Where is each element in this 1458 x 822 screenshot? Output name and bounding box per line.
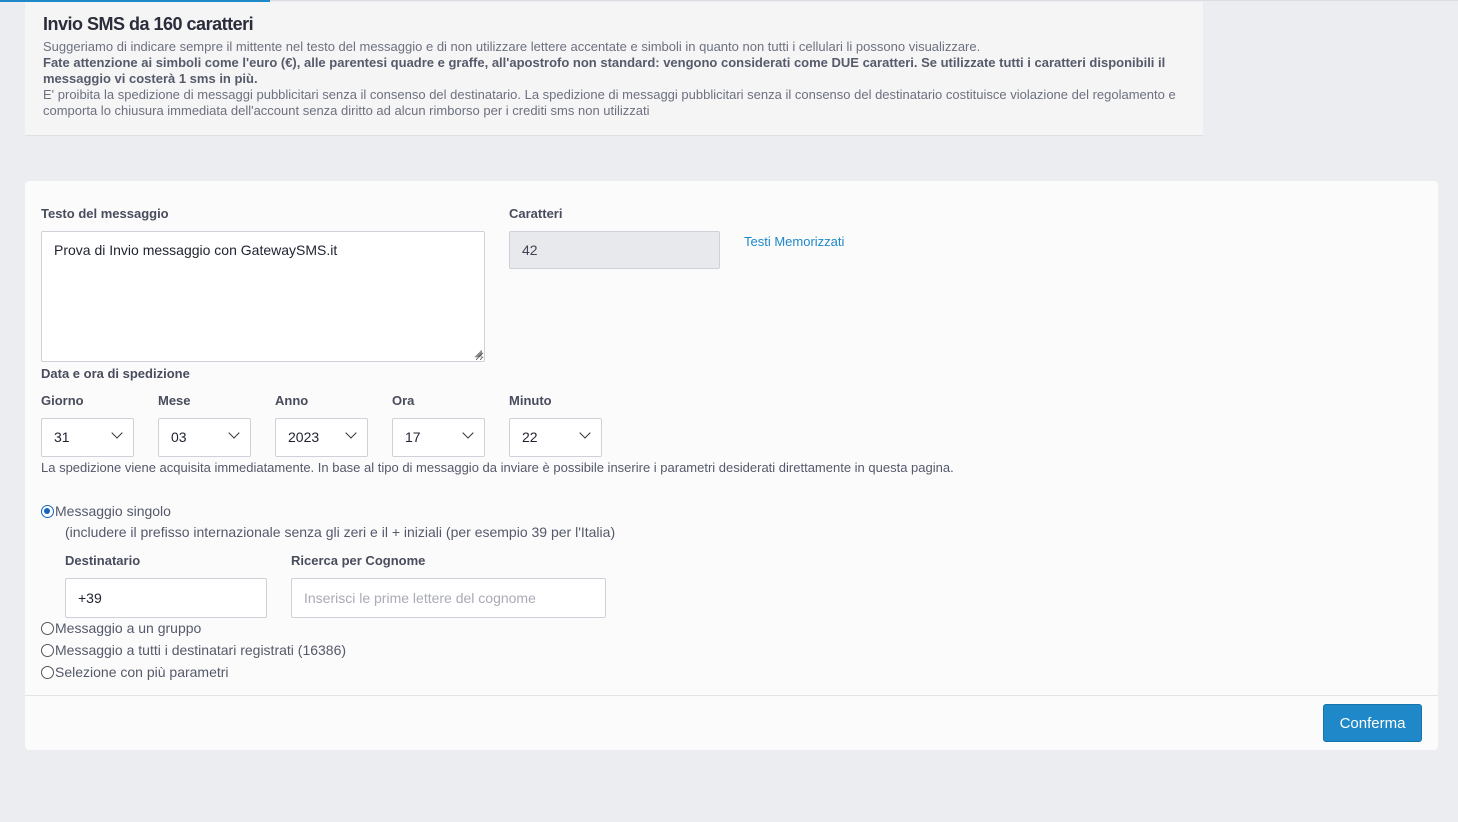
chevron-down-icon (228, 427, 240, 439)
search-label: Ricerca per Cognome (291, 553, 426, 568)
info-line-advertising: E' proibita la spedizione di messaggi pu… (43, 87, 1176, 118)
recipient-label: Destinatario (65, 553, 141, 568)
message-text: Prova di Invio messaggio con GatewaySMS.… (54, 242, 338, 258)
sms-form-card: Testo del messaggio Caratteri Prova di I… (25, 181, 1438, 750)
chevron-down-icon (345, 427, 357, 439)
chars-label: Caratteri (509, 206, 563, 221)
info-line-symbols: Fate attenzione ai simboli come l'euro (… (43, 55, 1166, 86)
day-select[interactable]: 31 (41, 418, 134, 457)
footer-divider (25, 695, 1438, 696)
chevron-down-icon (579, 427, 591, 439)
radio-group-label: Messaggio a un gruppo (55, 620, 202, 636)
day-label: Giorno (41, 393, 84, 408)
year-label: Anno (275, 393, 309, 408)
month-select[interactable]: 03 (158, 418, 251, 457)
radio-unchecked-icon[interactable] (41, 621, 54, 635)
saved-texts-link[interactable]: Testi Memorizzati (744, 234, 844, 249)
day-value: 31 (54, 429, 70, 445)
resize-handle-icon[interactable]: ◢ (474, 349, 482, 359)
info-line-sender: Suggeriamo di indicare sempre il mittent… (43, 39, 981, 54)
radio-unchecked-icon[interactable] (41, 665, 54, 679)
message-textarea[interactable]: Prova di Invio messaggio con GatewaySMS.… (41, 231, 485, 362)
radio-single-message[interactable]: Messaggio singolo (41, 503, 171, 519)
hour-select[interactable]: 17 (392, 418, 485, 457)
radio-unchecked-icon[interactable] (41, 643, 54, 657)
prefix-hint: (includere il prefisso internazionale se… (65, 524, 616, 540)
info-panel: Invio SMS da 160 caratteri Suggeriamo di… (25, 2, 1203, 136)
datetime-label: Data e ora di spedizione (41, 366, 190, 381)
radio-checked-icon[interactable] (41, 504, 54, 518)
minute-label: Minuto (509, 393, 552, 408)
radio-group-message[interactable]: Messaggio a un gruppo (41, 620, 201, 636)
chars-counter-field: 42 (509, 231, 720, 269)
month-label: Mese (158, 393, 191, 408)
year-select[interactable]: 2023 (275, 418, 368, 457)
radio-multi-params[interactable]: Selezione con più parametri (41, 664, 229, 680)
minute-select[interactable]: 22 (509, 418, 602, 457)
hour-value: 17 (405, 429, 421, 445)
radio-single-label: Messaggio singolo (55, 503, 171, 519)
recipient-input[interactable] (65, 578, 267, 618)
chevron-down-icon (462, 427, 474, 439)
radio-all-recipients[interactable]: Messaggio a tutti i destinatari registra… (41, 642, 346, 658)
page-title: Invio SMS da 160 caratteri (43, 14, 254, 34)
send-note: La spedizione viene acquisita immediatam… (41, 460, 954, 475)
radio-params-label: Selezione con più parametri (55, 664, 229, 680)
hour-label: Ora (392, 393, 415, 408)
confirm-button[interactable]: Conferma (1323, 704, 1422, 742)
year-value: 2023 (288, 429, 320, 445)
chevron-down-icon (111, 427, 123, 439)
message-label: Testo del messaggio (41, 206, 169, 221)
minute-value: 22 (522, 429, 538, 445)
surname-search-input[interactable] (291, 578, 606, 618)
month-value: 03 (171, 429, 187, 445)
radio-all-label: Messaggio a tutti i destinatari registra… (55, 642, 347, 658)
